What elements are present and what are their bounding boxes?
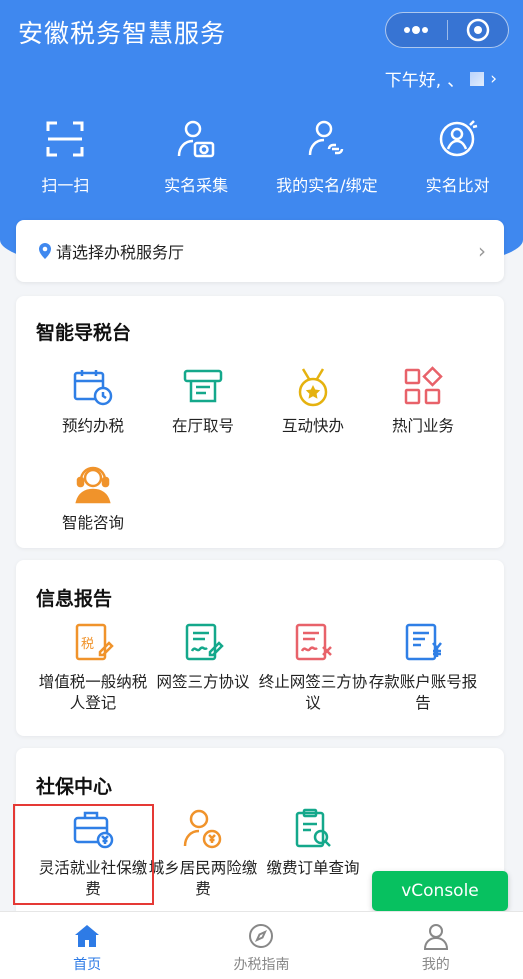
item-label: 热门业务	[391, 417, 454, 435]
quick-actions: 扫一扫 实名采集 我的实名/绑定 实名比对	[0, 118, 523, 196]
tab-mine-label: 我的	[421, 957, 450, 973]
vconsole-button[interactable]: vConsole	[372, 871, 508, 911]
close-button[interactable]	[448, 13, 509, 47]
item-residents-insurance[interactable]: 城乡居民两险缴费	[148, 808, 258, 900]
section-info-report: 信息报告 税 增值税一般纳税人登记 网签三方协议 终止网签三方协议 存款账户账号…	[16, 560, 504, 736]
close-target-icon	[466, 18, 489, 42]
headset-agent-icon	[75, 466, 111, 504]
grid-apps-icon	[404, 366, 443, 405]
face-compare-icon	[439, 120, 477, 157]
item-vat-registration[interactable]: 税 增值税一般纳税人登记	[38, 622, 148, 714]
tab-mine[interactable]: 我的	[349, 912, 523, 979]
more-button[interactable]	[386, 13, 447, 47]
more-icon	[404, 26, 429, 34]
quick-my-realname[interactable]: 我的实名/绑定	[262, 118, 393, 196]
section-smart-guide: 智能导税台 预约办税 在厅取号 互动快办 热门业务 智能咨询	[16, 296, 504, 548]
quick-realname-collect[interactable]: 实名采集	[131, 118, 262, 196]
section-title: 智能导税台	[36, 322, 132, 344]
hall-selector-label: 请选择办税服务厅	[56, 243, 185, 262]
section-title: 社保中心	[36, 776, 113, 798]
yuan-doc-icon	[405, 623, 442, 661]
location-pin-icon	[39, 243, 51, 259]
item-label: 增值税一般纳税人登记	[38, 673, 148, 712]
user-link-icon	[308, 120, 344, 156]
calendar-clock-icon	[73, 370, 113, 406]
item-sign-tripartite[interactable]: 网签三方协议	[148, 622, 258, 714]
quick-my-realname-label: 我的实名/绑定	[276, 176, 378, 195]
item-order-query[interactable]: 缴费订单查询	[258, 808, 368, 900]
quick-scan[interactable]: 扫一扫	[0, 118, 131, 196]
item-label: 缴费订单查询	[266, 859, 360, 877]
quick-realname-collect-label: 实名采集	[164, 176, 229, 195]
quick-realname-compare-label: 实名比对	[425, 176, 490, 195]
highlight-box	[13, 804, 154, 905]
ticket-printer-icon	[183, 369, 223, 403]
item-take-number[interactable]: 在厅取号	[148, 366, 258, 437]
item-label: 存款账户账号报告	[368, 673, 478, 712]
compass-icon	[249, 924, 274, 948]
avatar-blur	[470, 71, 485, 86]
tab-home-label: 首页	[73, 957, 102, 973]
item-label: 在厅取号	[171, 417, 234, 435]
app-title: 安徽税务智慧服务	[18, 19, 227, 48]
clipboard-search-icon	[295, 808, 331, 848]
user-yuan-icon	[183, 809, 222, 849]
smart-guide-grid: 预约办税 在厅取号 互动快办 热门业务 智能咨询	[16, 366, 504, 534]
tab-home[interactable]: 首页	[0, 912, 174, 979]
greeting-name-mark: 、	[447, 71, 465, 91]
cancel-doc-icon	[295, 623, 332, 661]
item-label: 终止网签三方协议	[258, 673, 368, 712]
camera-user-icon	[177, 120, 215, 158]
user-icon	[423, 924, 448, 950]
item-terminate-tripartite[interactable]: 终止网签三方协议	[258, 622, 368, 714]
hall-selector[interactable]: 请选择办税服务厅 ›	[16, 220, 504, 282]
bottom-tabbar: 首页 办税指南 我的	[0, 911, 523, 979]
item-label: 预约办税	[61, 417, 124, 435]
tab-tax-guide-label: 办税指南	[233, 957, 290, 973]
item-deposit-account[interactable]: 存款账户账号报告	[368, 622, 478, 714]
quick-scan-label: 扫一扫	[41, 176, 90, 195]
item-appointment[interactable]: 预约办税	[38, 366, 148, 437]
home-icon	[75, 925, 100, 947]
item-interactive[interactable]: 互动快办	[258, 366, 368, 437]
section-title: 信息报告	[36, 588, 113, 610]
mini-program-capsule	[385, 12, 509, 48]
item-label: 互动快办	[281, 417, 344, 435]
quick-realname-compare[interactable]: 实名比对	[392, 118, 523, 196]
sign-doc-icon	[185, 623, 224, 661]
tax-edit-icon: 税	[75, 623, 114, 661]
item-label: 智能咨询	[61, 514, 124, 532]
tab-tax-guide[interactable]: 办税指南	[174, 912, 348, 979]
greeting[interactable]: 下午好, 、 ›	[384, 66, 497, 92]
item-smart-consult[interactable]: 智能咨询	[38, 463, 148, 534]
greeting-text: 下午好,	[384, 71, 442, 91]
item-hot-business[interactable]: 热门业务	[368, 366, 478, 437]
svg-text:税: 税	[81, 637, 94, 652]
chevron-right-icon: ›	[490, 68, 497, 89]
info-report-grid: 税 增值税一般纳税人登记 网签三方协议 终止网签三方协议 存款账户账号报告	[16, 622, 504, 714]
chevron-right-icon: ›	[478, 239, 486, 263]
medal-icon	[298, 368, 328, 407]
scan-icon	[46, 121, 84, 157]
item-label: 网签三方协议	[156, 673, 250, 691]
item-label: 城乡居民两险缴费	[148, 859, 258, 898]
